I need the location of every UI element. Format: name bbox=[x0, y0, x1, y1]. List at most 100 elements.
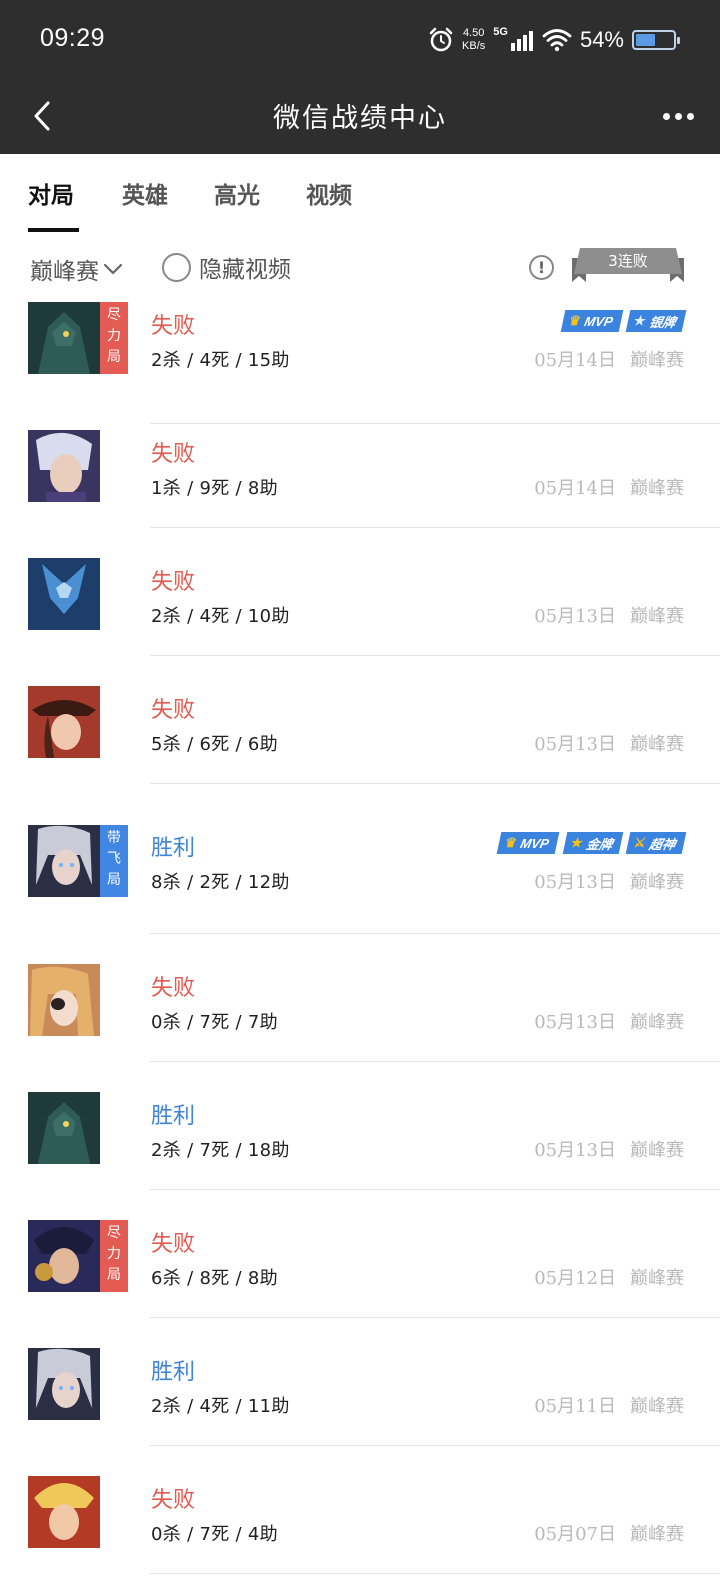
signal-icon bbox=[510, 31, 533, 51]
match-mode: 巅峰赛 bbox=[630, 872, 684, 893]
match-kda: 0杀 / 7死 / 7助 bbox=[151, 1012, 278, 1033]
match-result: 失败 bbox=[151, 1232, 196, 1257]
match-row[interactable]: 尽力局 失败 6杀 / 8死 / 8助 05月12日 巅峰赛 bbox=[0, 1190, 720, 1318]
tab-highlights[interactable]: 高光 bbox=[214, 176, 260, 210]
match-kda: 0杀 / 7死 / 4助 bbox=[151, 1524, 278, 1545]
sword-icon: ⚔ bbox=[632, 835, 648, 850]
hero-portrait-icon bbox=[28, 1220, 100, 1292]
ribbon-tag: 带飞局 bbox=[100, 825, 128, 897]
hero-avatar bbox=[28, 1348, 100, 1420]
match-result: 失败 bbox=[151, 976, 196, 1001]
mvp-badge: ♛ MVP bbox=[560, 310, 623, 332]
match-date: 05月07日 bbox=[534, 1524, 616, 1545]
net-speed-value: 4.50 bbox=[462, 27, 485, 39]
match-mode: 巅峰赛 bbox=[630, 606, 684, 627]
hero-avatar bbox=[28, 558, 100, 630]
hero-avatar bbox=[28, 1092, 100, 1164]
match-mode: 巅峰赛 bbox=[630, 1012, 684, 1033]
hero-avatar bbox=[28, 1476, 100, 1548]
hero-portrait-icon bbox=[28, 430, 100, 502]
match-meta: 05月14日 巅峰赛 bbox=[534, 474, 684, 500]
tab-heroes[interactable]: 英雄 bbox=[122, 176, 168, 210]
badge-label: MVP bbox=[582, 313, 614, 329]
hero-portrait-icon bbox=[28, 1476, 100, 1548]
match-date: 05月11日 bbox=[534, 1396, 616, 1417]
match-row[interactable]: 失败 0杀 / 7死 / 7助 05月13日 巅峰赛 bbox=[0, 934, 720, 1062]
tab-videos[interactable]: 视频 bbox=[306, 176, 352, 210]
status-time: 09:29 bbox=[40, 24, 106, 52]
badge-label: 金牌 bbox=[584, 836, 614, 852]
more-dot bbox=[662, 112, 670, 120]
match-meta: 05月07日 巅峰赛 bbox=[534, 1520, 684, 1546]
streak-badge: 3连败 bbox=[572, 244, 684, 288]
match-result: 胜利 bbox=[151, 836, 196, 861]
match-row[interactable]: 胜利 2杀 / 4死 / 11助 05月11日 巅峰赛 bbox=[0, 1318, 720, 1446]
match-date: 05月14日 bbox=[534, 478, 616, 499]
hero-portrait-icon bbox=[28, 1092, 100, 1164]
badge-group: ♛ MVP ★ 金牌 ⚔ 超神 bbox=[496, 832, 687, 854]
match-row[interactable]: 胜利 2杀 / 7死 / 18助 05月13日 巅峰赛 bbox=[0, 1062, 720, 1190]
match-result: 失败 bbox=[151, 442, 196, 467]
tab-bar: 对局 英雄 高光 视频 bbox=[0, 154, 720, 236]
match-meta: 05月12日 巅峰赛 bbox=[534, 1264, 684, 1290]
legendary-badge: ⚔ 超神 bbox=[625, 832, 687, 854]
match-result: 失败 bbox=[151, 570, 196, 595]
tab-matches[interactable]: 对局 bbox=[28, 176, 74, 210]
tab-active-indicator bbox=[28, 228, 79, 232]
match-date: 05月14日 bbox=[534, 350, 616, 371]
match-mode: 巅峰赛 bbox=[630, 734, 684, 755]
alarm-icon bbox=[429, 27, 453, 52]
battery-fill bbox=[636, 34, 656, 46]
mvp-badge: ♛ MVP bbox=[496, 832, 559, 854]
match-kda: 2杀 / 4死 / 15助 bbox=[151, 350, 290, 371]
chevron-down-icon bbox=[103, 263, 123, 275]
match-row[interactable]: 失败 2杀 / 4死 / 10助 05月13日 巅峰赛 bbox=[0, 528, 720, 656]
hide-video-toggle[interactable]: 隐藏视频 bbox=[162, 250, 291, 284]
hero-portrait-icon bbox=[28, 558, 100, 630]
match-date: 05月13日 bbox=[534, 1012, 616, 1033]
hero-avatar bbox=[28, 964, 100, 1036]
page-title: 微信战绩中心 bbox=[273, 103, 447, 134]
match-row[interactable]: 失败 0杀 / 7死 / 4助 05月07日 巅峰赛 bbox=[0, 1446, 720, 1574]
hero-portrait-icon bbox=[28, 1348, 100, 1420]
match-mode: 巅峰赛 bbox=[630, 478, 684, 499]
hero-avatar bbox=[28, 302, 100, 374]
badge-label: MVP bbox=[518, 835, 551, 851]
ribbon-tag: 尽力局 bbox=[100, 302, 128, 374]
net-speed-unit: KB/s bbox=[462, 40, 486, 52]
badge-group: ♛ MVP ★ 银牌 bbox=[560, 310, 687, 332]
status-bar: 09:29 4.50 KB/s 5G 54% bbox=[0, 0, 720, 78]
more-button[interactable] bbox=[658, 106, 698, 126]
gold-badge: ★ 金牌 bbox=[562, 832, 623, 854]
mode-dropdown[interactable]: 巅峰赛 bbox=[30, 252, 123, 286]
trophy-icon: ♛ bbox=[567, 313, 582, 328]
match-meta: 05月13日 巅峰赛 bbox=[534, 1008, 684, 1034]
match-meta: 05月13日 巅峰赛 bbox=[534, 1136, 684, 1162]
match-meta: 05月11日 巅峰赛 bbox=[534, 1392, 684, 1418]
match-row[interactable]: 带飞局 胜利 8杀 / 2死 / 12助 ♛ MVP ★ 金牌 ⚔ 超神 05月13日… bbox=[0, 784, 720, 934]
match-meta: 05月14日 巅峰赛 bbox=[534, 346, 684, 372]
match-mode: 巅峰赛 bbox=[630, 1268, 684, 1289]
match-date: 05月13日 bbox=[534, 1140, 616, 1161]
battery-percent: 54% bbox=[579, 27, 624, 52]
more-dot bbox=[686, 112, 694, 120]
hero-avatar bbox=[28, 686, 100, 758]
hero-avatar bbox=[28, 1220, 100, 1292]
hero-avatar bbox=[28, 430, 100, 502]
gold-medal-icon: ★ bbox=[569, 835, 585, 850]
streak-label: 3连败 bbox=[608, 252, 648, 270]
match-mode: 巅峰赛 bbox=[630, 1140, 684, 1161]
match-result: 失败 bbox=[151, 314, 196, 339]
match-kda: 2杀 / 7死 / 18助 bbox=[151, 1140, 290, 1161]
match-date: 05月12日 bbox=[534, 1268, 616, 1289]
match-result: 胜利 bbox=[151, 1104, 196, 1129]
match-row[interactable]: 失败 5杀 / 6死 / 6助 05月13日 巅峰赛 bbox=[0, 656, 720, 784]
match-meta: 05月13日 巅峰赛 bbox=[534, 602, 684, 628]
hide-video-radio[interactable] bbox=[162, 252, 191, 282]
badge-label: 超神 bbox=[648, 836, 678, 852]
info-icon[interactable]: ! bbox=[529, 255, 554, 280]
match-kda: 8杀 / 2死 / 12助 bbox=[151, 872, 290, 893]
hero-avatar bbox=[28, 825, 100, 897]
hero-portrait-icon bbox=[28, 825, 100, 897]
match-row[interactable]: 失败 1杀 / 9死 / 8助 05月14日 巅峰赛 bbox=[0, 400, 720, 528]
